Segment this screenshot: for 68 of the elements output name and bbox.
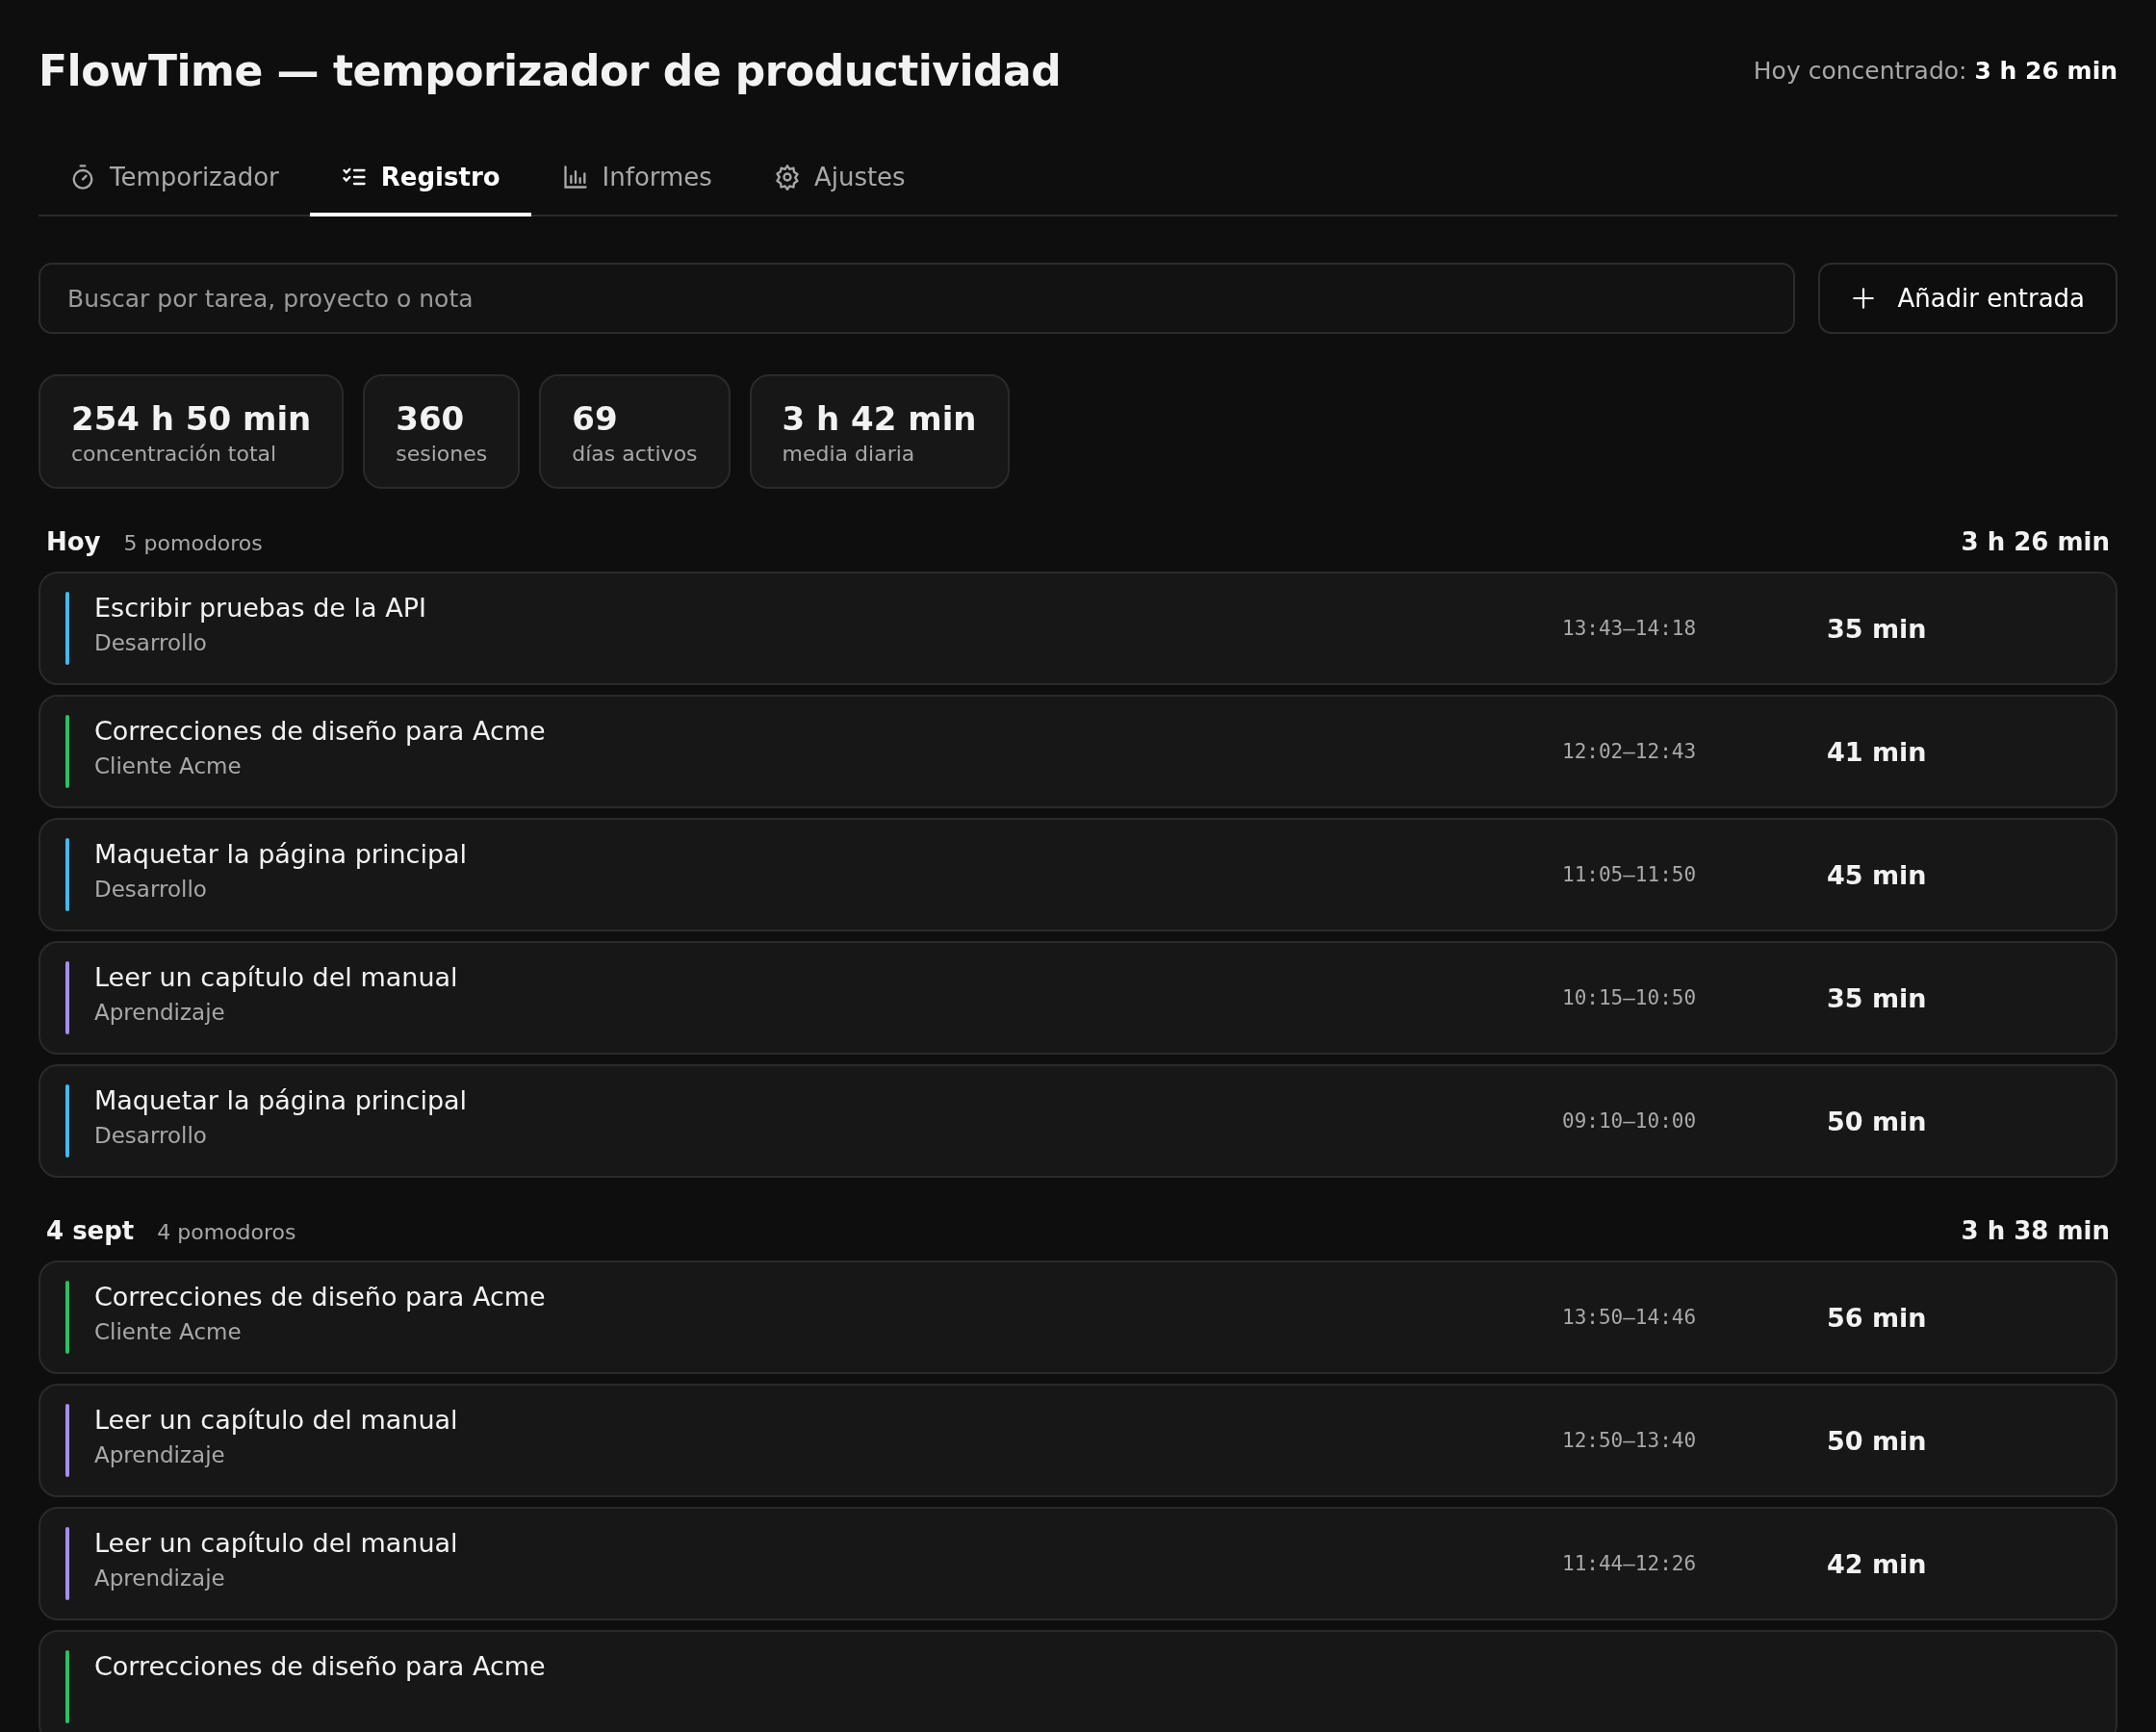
entry-card[interactable]: Correcciones de diseño para Acme Cliente Acme 12:02–12:43 41 min [38, 695, 2118, 808]
entry-duration: 50 min [1827, 1425, 1927, 1456]
entry-project: Cliente Acme [94, 1319, 243, 1344]
time-range: 10:15–10:50 [1562, 986, 1697, 1009]
tab[interactable]: Informes [530, 145, 743, 216]
day-heading: Hoy [46, 527, 101, 556]
stat-label: días activos [572, 442, 698, 466]
entry-duration: 35 min [1827, 613, 1927, 644]
entry-duration: 42 min [1827, 1548, 1927, 1579]
today-label: Hoy concentrado: [1753, 57, 1967, 85]
entry-card[interactable]: Correcciones de diseño para Acme Cliente Acme 13:50–14:46 56 min [38, 1261, 2118, 1374]
stat-label: sesiones [396, 442, 488, 466]
tab[interactable]: Registro [309, 145, 531, 216]
entry-duration: 35 min [1827, 982, 1927, 1013]
time-range: 12:02–12:43 [1562, 740, 1697, 763]
entry-card[interactable]: Maquetar la página principal Desarrollo 11:05–11:50 45 min [38, 818, 2118, 931]
stat-value: 3 h 42 min [782, 399, 977, 438]
entry-duration: 50 min [1827, 1106, 1927, 1136]
stat-value: 69 [572, 399, 619, 438]
entry-duration: 41 min [1827, 736, 1927, 767]
entry-title: Maquetar la página principal [94, 1085, 469, 1115]
entry-title: Correcciones de diseño para Acme [94, 716, 547, 746]
stat-value: 360 [396, 399, 466, 438]
time-range: 13:50–14:46 [1562, 1306, 1697, 1329]
entry-title: Maquetar la página principal [94, 839, 469, 869]
day-total: 3 h 26 min [1961, 527, 2110, 556]
entry-card[interactable]: Correcciones de diseño para Acme [38, 1630, 2118, 1732]
entry-title: Correcciones de diseño para Acme [94, 1282, 547, 1312]
entry-project: Aprendizaje [94, 1442, 226, 1467]
app-title: FlowTime — temporizador de productividad [38, 46, 1062, 95]
entry-title: Leer un capítulo del manual [94, 1528, 459, 1558]
add-entry-button[interactable]: Añadir entrada [1818, 263, 2118, 334]
entry-duration: 45 min [1827, 859, 1927, 890]
tab[interactable]: Temporizador [38, 145, 310, 216]
search-field[interactable]: Buscar por tarea, proyecto o nota [38, 263, 1796, 334]
pomodoro-count: 5 pomodoros [123, 531, 263, 555]
bar-chart-icon [561, 164, 589, 191]
settings-icon [773, 164, 801, 191]
entry-project: Aprendizaje [94, 1000, 226, 1025]
day-total: 3 h 38 min [1961, 1216, 2110, 1245]
entry-title: Correcciones de diseño para Acme [94, 1651, 547, 1681]
time-range: 09:10–10:00 [1562, 1109, 1697, 1133]
entry-project: Cliente Acme [94, 753, 243, 778]
entry-card[interactable]: Escribir pruebas de la API Desarrollo 13:43–14:18 35 min [38, 572, 2118, 685]
time-range: 11:05–11:50 [1562, 863, 1697, 886]
time-range: 13:43–14:18 [1562, 617, 1697, 640]
entry-title: Leer un capítulo del manual [94, 962, 459, 992]
stat-label: media diaria [782, 442, 916, 466]
pomodoro-count: 4 pomodoros [157, 1220, 296, 1244]
entry-duration: 56 min [1827, 1302, 1927, 1333]
stat-label: concentración total [71, 442, 278, 466]
entry-title: Leer un capítulo del manual [94, 1405, 459, 1435]
stat-value: 254 h 50 min [71, 399, 312, 438]
entry-card[interactable]: Leer un capítulo del manual Aprendizaje 10:15–10:50 35 min [38, 941, 2118, 1055]
time-range: 12:50–13:40 [1562, 1429, 1697, 1452]
entry-card[interactable]: Leer un capítulo del manual Aprendizaje 12:50–13:40 50 min [38, 1384, 2118, 1497]
entry-project: Desarrollo [94, 630, 208, 655]
entry-card[interactable]: Leer un capítulo del manual Aprendizaje 11:44–12:26 42 min [38, 1507, 2118, 1620]
entry-card[interactable]: Maquetar la página principal Desarrollo 09:10–10:00 50 min [38, 1064, 2118, 1178]
plus-icon [1851, 286, 1877, 311]
entry-project: Desarrollo [94, 1123, 208, 1148]
entry-title: Escribir pruebas de la API [94, 593, 427, 623]
day-heading: 4 sept [46, 1216, 135, 1245]
tab[interactable]: Ajustes [742, 145, 937, 216]
time-range: 11:44–12:26 [1562, 1552, 1697, 1575]
today-value: 3 h 26 min [1974, 57, 2118, 85]
entry-project: Desarrollo [94, 877, 208, 902]
entry-project: Aprendizaje [94, 1566, 226, 1591]
